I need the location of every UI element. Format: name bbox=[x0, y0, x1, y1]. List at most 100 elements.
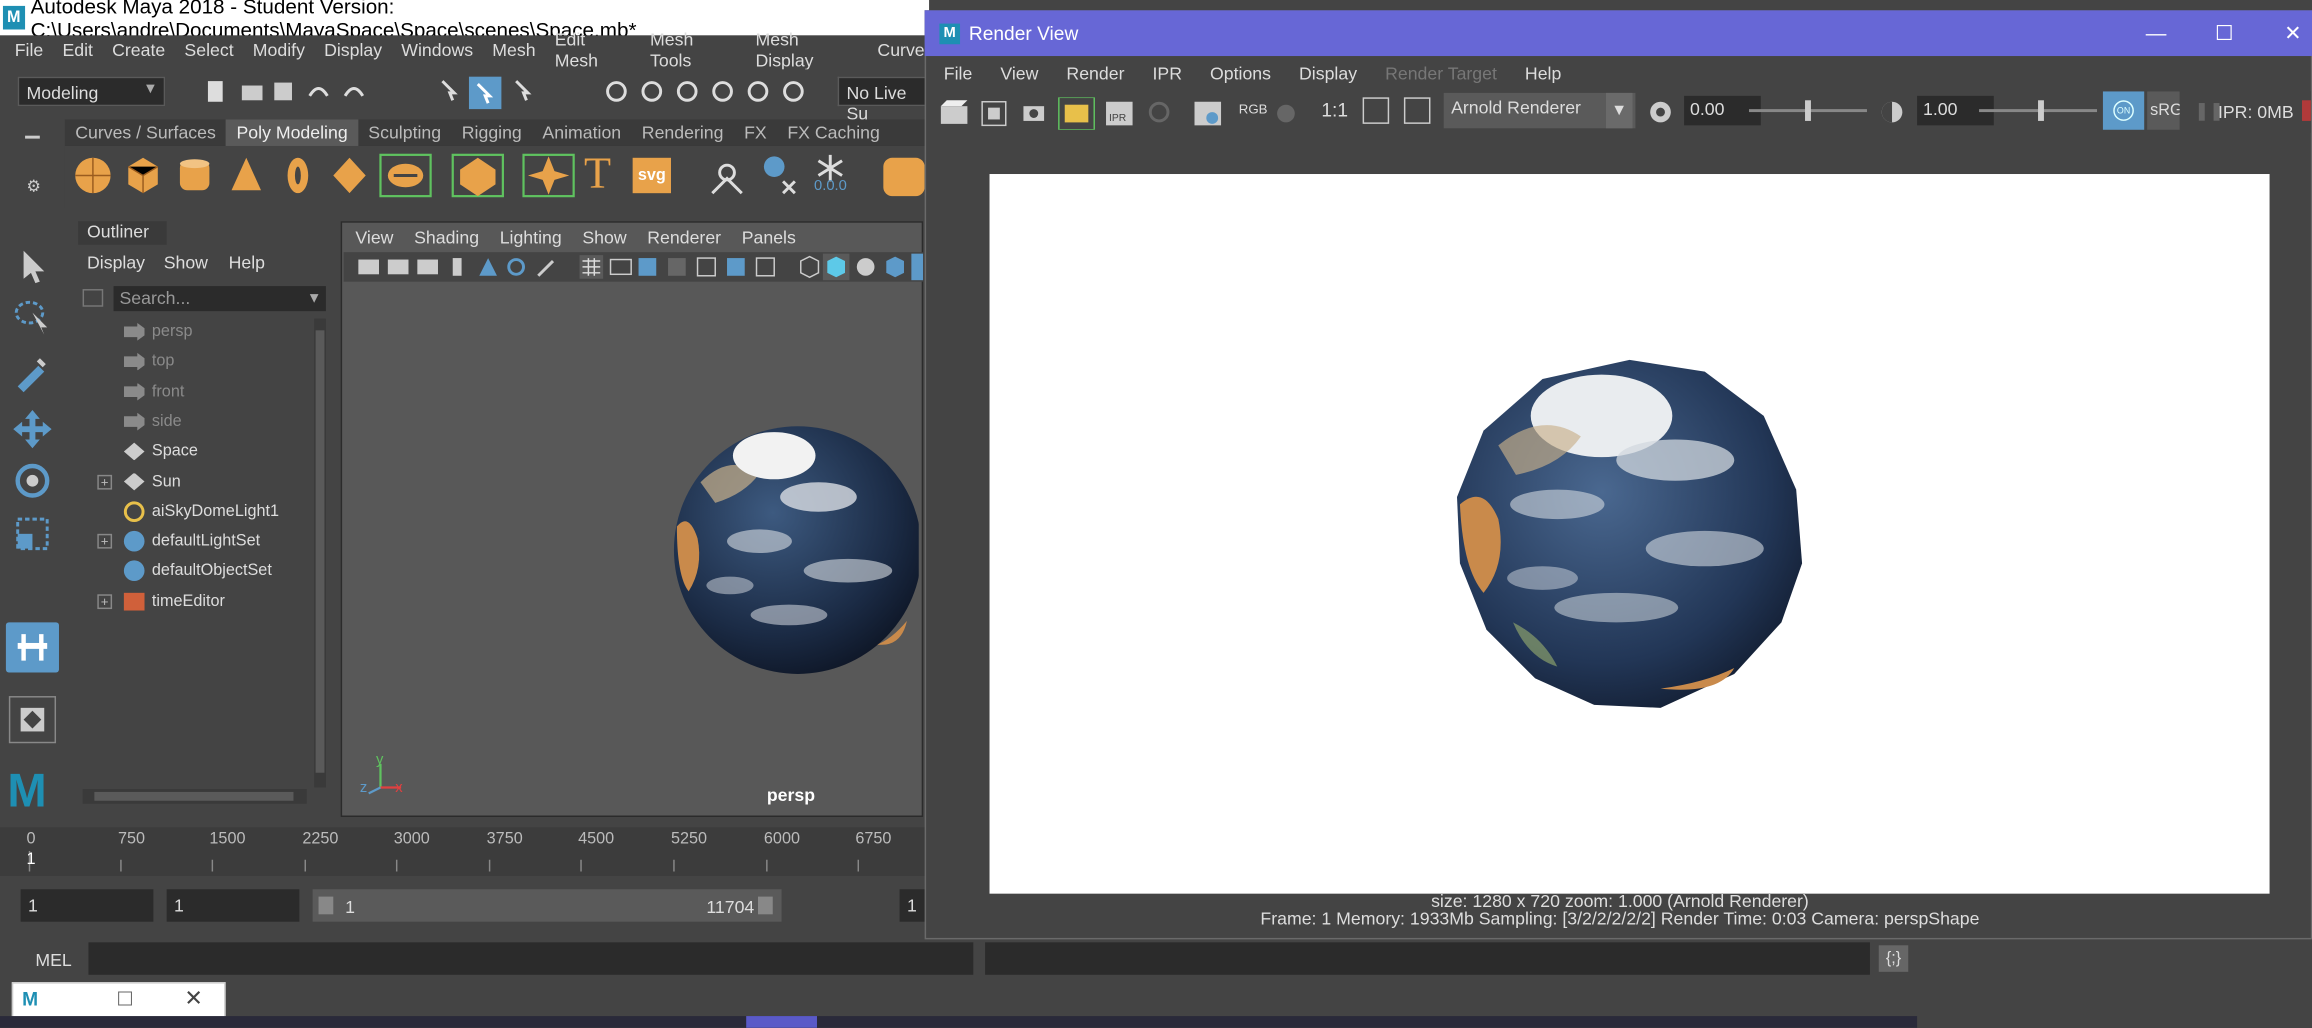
menu-edit[interactable]: Edit bbox=[62, 40, 93, 61]
outliner-filter-icon[interactable] bbox=[82, 289, 104, 307]
outliner-vscroll[interactable] bbox=[314, 318, 326, 788]
outliner-item[interactable]: defaultObjectSet bbox=[97, 557, 311, 586]
gamma-slider-handle[interactable] bbox=[2038, 100, 2044, 121]
rv-menu-ipr[interactable]: IPR bbox=[1152, 63, 1182, 84]
shelf-menu-icon[interactable] bbox=[25, 135, 40, 139]
viewport-toolbar-icons[interactable] bbox=[344, 252, 924, 281]
menu-modify[interactable]: Modify bbox=[253, 40, 305, 61]
menu-create[interactable]: Create bbox=[112, 40, 165, 61]
outliner-item[interactable]: top bbox=[97, 347, 311, 376]
menu-curve[interactable]: Curve bbox=[877, 40, 924, 61]
outliner-item[interactable]: aiSkyDomeLight1 bbox=[97, 497, 311, 526]
mel-input[interactable] bbox=[88, 942, 974, 975]
poly-torus-icon[interactable] bbox=[276, 152, 320, 199]
menu-file[interactable]: File bbox=[15, 40, 44, 61]
menu-mesh[interactable]: Mesh bbox=[492, 40, 535, 61]
time-clear-icon[interactable] bbox=[757, 152, 801, 199]
rv-menu-render[interactable]: Render bbox=[1066, 63, 1124, 84]
ratio-button[interactable]: 1:1 bbox=[1321, 99, 1348, 121]
expand-icon[interactable]: + bbox=[97, 474, 113, 489]
frame-image-icon[interactable] bbox=[1362, 97, 1390, 124]
stop-icon[interactable] bbox=[2302, 100, 2311, 121]
gear-icon[interactable]: ⚙ bbox=[27, 177, 42, 196]
script-editor-icon[interactable]: {;} bbox=[1878, 945, 1909, 972]
range-slider[interactable]: 1 11704 bbox=[312, 889, 782, 922]
minimize-icon[interactable]: — bbox=[2146, 21, 2167, 45]
layout-single-icon[interactable] bbox=[8, 696, 57, 744]
minimized-window[interactable]: M ☐ ✕ bbox=[11, 982, 226, 1020]
snap-icons[interactable] bbox=[602, 78, 823, 107]
mel-label[interactable]: MEL bbox=[35, 950, 71, 971]
shelf-extra-icon[interactable] bbox=[883, 157, 925, 197]
outliner-menu-help[interactable]: Help bbox=[229, 252, 265, 273]
vp-menu-shading[interactable]: Shading bbox=[414, 227, 479, 248]
playback-start-field[interactable]: 1 bbox=[166, 889, 300, 922]
rgb-channel-button[interactable]: RGB bbox=[1239, 102, 1268, 117]
shelf-tab-poly-modeling[interactable]: Poly Modeling bbox=[226, 119, 358, 146]
outliner-item[interactable]: + timeEditor bbox=[97, 586, 311, 615]
lasso-tool-icon[interactable] bbox=[9, 295, 56, 342]
rv-menu-help[interactable]: Help bbox=[1525, 63, 1561, 84]
outliner-search-input[interactable]: Search... ▼ bbox=[113, 286, 326, 312]
live-surface-field[interactable]: No Live Su bbox=[837, 76, 930, 124]
rotate-tool-icon[interactable] bbox=[9, 457, 56, 504]
view-transform-dropdown[interactable]: sRG bbox=[2147, 91, 2180, 130]
outliner-tab[interactable]: Outliner bbox=[78, 221, 167, 245]
svg-tool-icon[interactable]: svg bbox=[632, 157, 671, 194]
maximize-icon[interactable]: ☐ bbox=[2215, 21, 2234, 46]
shelf-tab-sculpting[interactable]: Sculpting bbox=[358, 119, 451, 146]
selection-mode-icons[interactable] bbox=[437, 75, 555, 110]
color-management-toggle[interactable]: ON bbox=[2102, 91, 2145, 130]
sweep-mesh-icon[interactable] bbox=[705, 152, 749, 199]
vp-menu-panels[interactable]: Panels bbox=[742, 227, 796, 248]
soft-select-button[interactable] bbox=[5, 622, 59, 673]
menu-mesh-display[interactable]: Mesh Display bbox=[755, 29, 858, 70]
expand-icon[interactable]: + bbox=[97, 533, 113, 549]
menuset-dropdown[interactable]: Modeling ▼ bbox=[17, 76, 166, 107]
outliner-item[interactable]: persp bbox=[97, 317, 311, 346]
shelf-tab-rigging[interactable]: Rigging bbox=[451, 119, 532, 146]
menu-select[interactable]: Select bbox=[184, 40, 233, 61]
menu-mesh-tools[interactable]: Mesh Tools bbox=[650, 29, 736, 70]
rv-menu-file[interactable]: File bbox=[944, 63, 973, 84]
poly-cylinder-icon[interactable] bbox=[173, 152, 217, 199]
menu-display[interactable]: Display bbox=[324, 40, 382, 61]
outliner-item[interactable]: Space bbox=[97, 437, 311, 466]
outliner-menu-show[interactable]: Show bbox=[164, 252, 208, 273]
shelf-tab-curves-surfaces[interactable]: Curves / Surfaces bbox=[65, 119, 226, 146]
paint-select-icon[interactable] bbox=[9, 348, 56, 395]
exposure-slider-handle[interactable] bbox=[1805, 100, 1811, 121]
shelf-tab-fx-caching[interactable]: FX Caching bbox=[777, 119, 890, 146]
menu-windows[interactable]: Windows bbox=[401, 40, 473, 61]
shelf-tab-animation[interactable]: Animation bbox=[532, 119, 631, 146]
outliner-menu-display[interactable]: Display bbox=[87, 252, 145, 273]
super-shape-icon[interactable] bbox=[522, 152, 575, 199]
render-image-canvas[interactable] bbox=[989, 174, 2270, 894]
shelf-tab-fx[interactable]: FX bbox=[734, 119, 777, 146]
renderer-dropdown[interactable]: Arnold Renderer ▼ bbox=[1443, 92, 1636, 129]
type-tool-icon[interactable]: T bbox=[584, 149, 611, 199]
rv-menu-display[interactable]: Display bbox=[1299, 63, 1357, 84]
rv-menu-options[interactable]: Options bbox=[1210, 63, 1271, 84]
chevron-down-icon[interactable]: ▼ bbox=[307, 286, 322, 311]
vp-menu-renderer[interactable]: Renderer bbox=[647, 227, 721, 248]
platonic-solid-icon[interactable] bbox=[451, 152, 504, 199]
select-tool-icon[interactable] bbox=[9, 242, 56, 289]
vp-menu-view[interactable]: View bbox=[355, 227, 393, 248]
poly-sphere-icon[interactable] bbox=[71, 152, 115, 199]
range-handle-right[interactable] bbox=[757, 896, 773, 915]
move-tool-icon[interactable] bbox=[9, 404, 56, 451]
poly-cube-icon[interactable] bbox=[121, 152, 165, 199]
rv-menu-view[interactable]: View bbox=[1000, 63, 1038, 84]
outliner-item[interactable]: + Sun bbox=[97, 467, 311, 496]
poly-cone-icon[interactable] bbox=[224, 152, 268, 199]
vp-menu-lighting[interactable]: Lighting bbox=[500, 227, 562, 248]
outliner-item[interactable]: side bbox=[97, 407, 311, 436]
close-icon[interactable]: ✕ bbox=[184, 985, 203, 1012]
viewport-earth-sphere[interactable] bbox=[671, 423, 919, 677]
outliner-item[interactable]: front bbox=[97, 377, 311, 406]
range-handle-left[interactable] bbox=[318, 896, 334, 915]
vp-menu-show[interactable]: Show bbox=[582, 227, 626, 248]
poly-disc-icon[interactable] bbox=[379, 152, 432, 199]
file-tools-icons[interactable] bbox=[204, 78, 381, 107]
